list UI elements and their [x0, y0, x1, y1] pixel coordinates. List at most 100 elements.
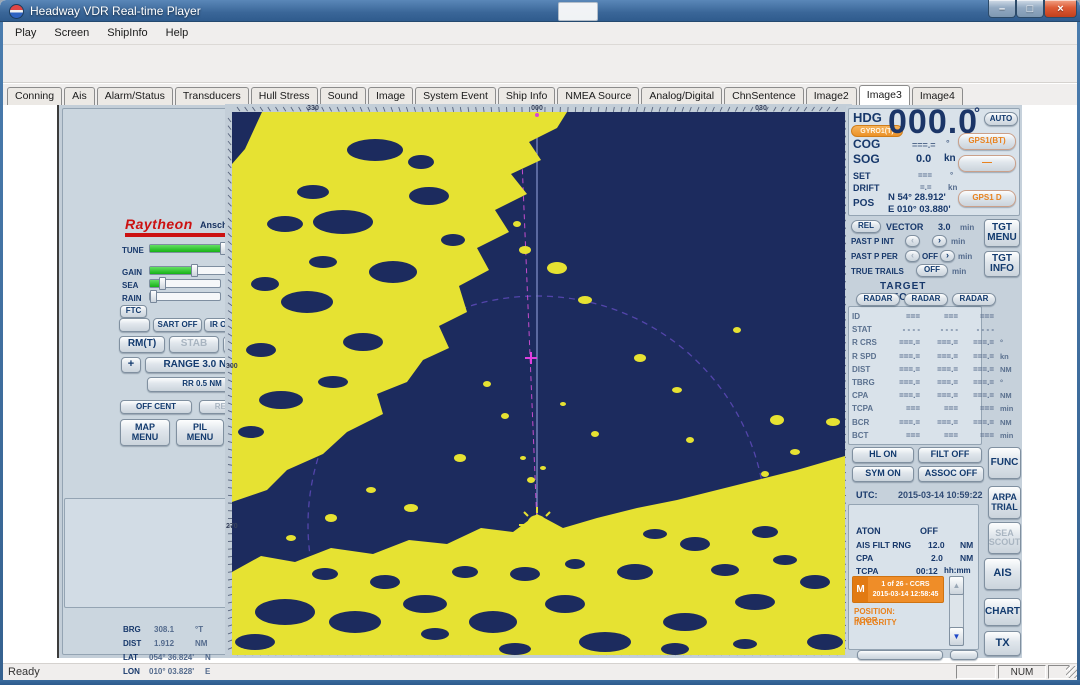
scroll-up-icon[interactable]: ▲: [949, 576, 964, 595]
title-bar[interactable]: Headway VDR Real-time Player – □ ×: [0, 0, 1080, 22]
true-trails-button[interactable]: OFF: [916, 264, 948, 277]
target-table-row: STAT- - - -- - - -- - - -: [852, 323, 1018, 336]
tune-slider[interactable]: [149, 244, 229, 253]
radar1-button[interactable]: RADAR: [856, 293, 900, 306]
window-border-left: [0, 22, 3, 685]
tab-conning[interactable]: Conning: [7, 87, 62, 105]
rel-vector-button[interactable]: REL: [851, 220, 881, 233]
tab-transducers[interactable]: Transducers: [175, 87, 249, 105]
bearing-label-270: 270: [226, 523, 238, 530]
utc-label: UTC:: [856, 490, 878, 500]
tab-analog-digital[interactable]: Analog/Digital: [641, 87, 722, 105]
menu-play[interactable]: Play: [6, 24, 45, 42]
set-unit: °: [950, 171, 953, 180]
utc-value: 2015-03-14 10:59:22: [898, 490, 983, 500]
preset-button[interactable]: [119, 318, 150, 332]
hdg-auto-button[interactable]: AUTO: [984, 112, 1018, 126]
pos-label: POS: [853, 198, 874, 209]
range-plus-button[interactable]: +: [121, 357, 141, 373]
pos-lon: E 010° 03.880': [888, 204, 951, 215]
tab-chnsentence[interactable]: ChnSentence: [724, 87, 804, 105]
menu-shipinfo[interactable]: ShipInfo: [98, 24, 156, 42]
past-p-int-dec-button[interactable]: ‹: [905, 235, 920, 247]
maximize-button[interactable]: □: [1016, 0, 1044, 18]
close-button[interactable]: ×: [1044, 0, 1077, 18]
cursor-lon-value: 010° 03.828': [149, 667, 194, 676]
sea-slider-thumb[interactable]: [159, 277, 166, 290]
pil-menu-button[interactable]: PIL MENU: [176, 419, 224, 446]
menu-help[interactable]: Help: [157, 24, 198, 42]
ais-filt-unit: NM: [960, 540, 973, 550]
tab-sound[interactable]: Sound: [320, 87, 366, 105]
tab-system-event[interactable]: System Event: [415, 87, 496, 105]
tab-alarm-status[interactable]: Alarm/Status: [97, 87, 173, 105]
north-marker: [535, 113, 539, 117]
tcpa-unit: hh:mm: [944, 566, 971, 575]
tgt-info-button[interactable]: TGT INFO: [984, 251, 1020, 277]
clipped-button[interactable]: [950, 650, 978, 660]
set-value: ===: [918, 171, 932, 180]
own-ship: [519, 507, 555, 543]
tab-ais[interactable]: Ais: [64, 87, 95, 105]
tgt-menu-button[interactable]: TGT MENU: [984, 219, 1020, 247]
ais-filt-label: AIS FILT RNG: [856, 540, 911, 550]
rm-button[interactable]: RM(T): [119, 336, 165, 353]
tab-hull-stress[interactable]: Hull Stress: [251, 87, 318, 105]
map-menu-button[interactable]: MAP MENU: [120, 419, 170, 446]
tab-image3[interactable]: Image3: [859, 85, 910, 105]
sea-label: SEA: [122, 281, 138, 290]
sea-scout-button[interactable]: SEA SCOUT: [988, 522, 1021, 554]
rain-slider[interactable]: [149, 292, 221, 301]
ais-button[interactable]: AIS: [984, 558, 1021, 590]
brand-raytheon: Raytheon: [125, 216, 193, 232]
minimize-button[interactable]: –: [988, 0, 1016, 18]
assoc-button[interactable]: ASSOC OFF: [918, 466, 984, 482]
menu-screen[interactable]: Screen: [45, 24, 98, 42]
rain-slider-thumb[interactable]: [150, 290, 157, 303]
sea-slider[interactable]: [149, 279, 221, 288]
filt-button[interactable]: FILT OFF: [918, 447, 982, 463]
target-table-row: TCPA=========min: [852, 402, 1018, 415]
hl-button[interactable]: HL ON: [852, 447, 914, 463]
pos-source-button[interactable]: GPS1 D: [958, 190, 1016, 207]
arpa-trial-button[interactable]: ARPA TRIAL: [988, 486, 1021, 519]
radar2-button[interactable]: RADAR: [904, 293, 948, 306]
status-cell-num: NUM: [998, 665, 1046, 679]
gain-slider[interactable]: [149, 266, 229, 275]
sart-button[interactable]: SART OFF: [153, 318, 202, 332]
window-title: Headway VDR Real-time Player: [30, 4, 201, 18]
radar3-button[interactable]: RADAR: [952, 293, 996, 306]
tab-image[interactable]: Image: [368, 87, 413, 105]
tab-nmea-source[interactable]: NMEA Source: [557, 87, 639, 105]
pos-lat: N 54° 28.912': [888, 192, 946, 203]
sym-button[interactable]: SYM ON: [852, 466, 914, 482]
tab-strip: ConningAisAlarm/StatusTransducersHull St…: [0, 84, 1080, 105]
past-p-per-inc-button[interactable]: ›: [940, 250, 955, 262]
vector-unit: min: [960, 223, 974, 232]
stab-button[interactable]: STAB: [169, 336, 219, 353]
off-cent-button[interactable]: OFF CENT: [120, 400, 192, 414]
tcpa-label: TCPA: [856, 566, 879, 576]
drift-unit: kn: [948, 183, 957, 192]
set-drift-source-button[interactable]: —: [958, 155, 1016, 172]
past-p-per-dec-button[interactable]: ‹: [905, 250, 920, 262]
func-button[interactable]: FUNC: [988, 447, 1021, 479]
past-p-int-inc-button[interactable]: ›: [932, 235, 947, 247]
tx-button[interactable]: TX: [984, 631, 1021, 656]
chart-button[interactable]: CHART: [984, 598, 1021, 626]
vector-value: 3.0: [938, 222, 951, 232]
cursor-brg-unit: °T: [195, 625, 203, 634]
cog-source-button[interactable]: GPS1(BT): [958, 133, 1016, 150]
drift-label: DRIFT: [853, 183, 880, 193]
ftc-button[interactable]: FTC: [120, 305, 147, 318]
clipped-button[interactable]: [857, 650, 943, 660]
tab-image2[interactable]: Image2: [806, 87, 857, 105]
scroll-down-icon[interactable]: ▼: [949, 627, 964, 646]
tab-ship-info[interactable]: Ship Info: [498, 87, 555, 105]
alarm-message-box[interactable]: M 1 of 26 - CCRS 2015-03-14 12:58:45: [852, 576, 944, 603]
radar-display[interactable]: 330 000 030 300 270: [225, 104, 852, 658]
alarm-line2: 2015-03-14 12:58:45: [870, 590, 941, 600]
true-trails-unit: min: [952, 267, 966, 276]
gain-slider-thumb[interactable]: [191, 264, 198, 277]
ais-filt-value: 12.0: [928, 540, 945, 550]
